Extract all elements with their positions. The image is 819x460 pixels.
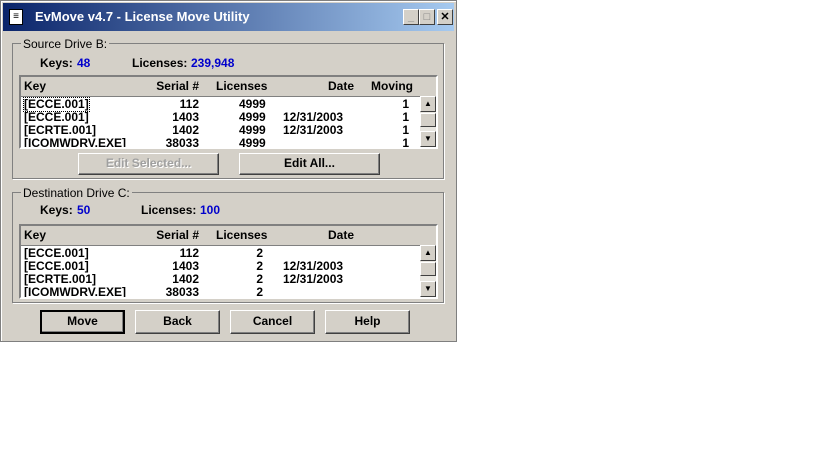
source-license-list[interactable]: Key Serial # Licenses Date Moving [ECCE.… (19, 75, 438, 149)
window-title: EvMove v4.7 - License Move Utility (35, 9, 250, 24)
scroll-up-icon[interactable]: ▲ (420, 96, 436, 112)
evmove-window: ≡ EvMove v4.7 - License Move Utility _ □… (0, 0, 457, 342)
app-document-icon[interactable]: ≡ (9, 9, 23, 25)
column-licenses[interactable]: Licenses (216, 228, 267, 242)
list-item[interactable]: [ICOMWDRV.EXE] 38033 2 (21, 286, 436, 298)
source-keys-label: Keys: (40, 56, 73, 70)
back-button[interactable]: Back (135, 310, 220, 334)
destination-licenses-label: Licenses: (141, 203, 197, 217)
column-moving[interactable]: Moving (371, 79, 413, 93)
list-item[interactable]: [ICOMWDRV.EXE] 38033 4999 1 (21, 137, 436, 148)
cancel-button[interactable]: Cancel (230, 310, 315, 334)
column-key[interactable]: Key (24, 79, 46, 93)
scroll-down-icon[interactable]: ▼ (420, 281, 436, 297)
close-button[interactable]: ✕ (437, 9, 453, 25)
edit-all-button[interactable]: Edit All... (239, 153, 380, 175)
source-scrollbar[interactable]: ▲ ▼ (420, 96, 436, 147)
edit-selected-button[interactable]: Edit Selected... (78, 153, 219, 175)
destination-license-list[interactable]: Key Serial # Licenses Date [ECCE.001] 11… (19, 224, 438, 299)
title-bar[interactable]: ≡ EvMove v4.7 - License Move Utility _ □… (3, 3, 454, 31)
destination-scrollbar[interactable]: ▲ ▼ (420, 245, 436, 297)
source-licenses-label: Licenses: (132, 56, 188, 70)
scroll-up-icon[interactable]: ▲ (420, 245, 436, 261)
destination-list-header: Key Serial # Licenses Date (21, 226, 436, 246)
column-serial[interactable]: Serial # (156, 228, 199, 242)
scroll-thumb[interactable] (420, 262, 436, 276)
source-licenses-value: 239,948 (191, 56, 235, 70)
column-key[interactable]: Key (24, 228, 46, 242)
destination-drive-label: Destination Drive C: (21, 186, 132, 200)
source-keys-value: 48 (77, 56, 91, 70)
scroll-down-icon[interactable]: ▼ (420, 131, 436, 147)
scroll-thumb[interactable] (420, 113, 436, 127)
source-drive-label: Source Drive B: (21, 37, 110, 51)
destination-licenses-value: 100 (200, 203, 221, 217)
minimize-button[interactable]: _ (403, 9, 419, 25)
column-date[interactable]: Date (328, 79, 354, 93)
column-licenses[interactable]: Licenses (216, 79, 267, 93)
column-serial[interactable]: Serial # (156, 79, 199, 93)
destination-keys-label: Keys: (40, 203, 73, 217)
destination-keys-value: 50 (77, 203, 91, 217)
move-button[interactable]: Move (40, 310, 125, 334)
help-button[interactable]: Help (325, 310, 410, 334)
column-date[interactable]: Date (328, 228, 354, 242)
source-list-header: Key Serial # Licenses Date Moving (21, 77, 436, 97)
maximize-button: □ (419, 9, 435, 25)
